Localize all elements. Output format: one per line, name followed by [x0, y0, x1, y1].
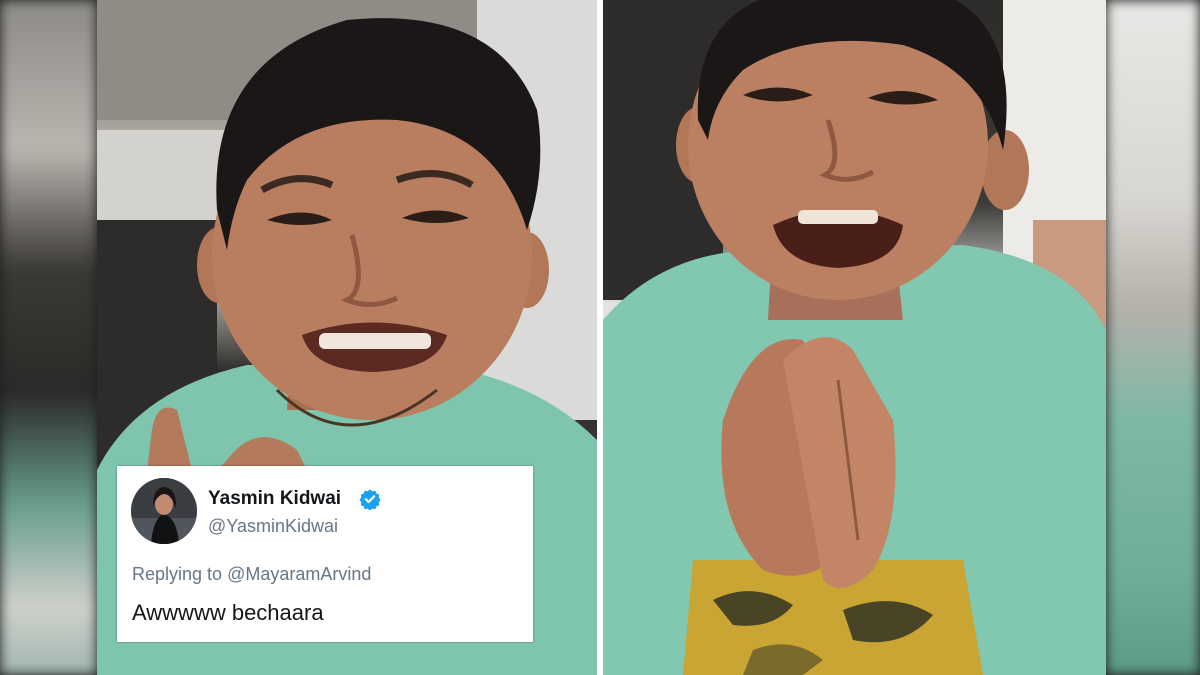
replying-to-mention[interactable]: @MayaramArvind — [227, 564, 371, 584]
crying-boy-photo-right — [603, 0, 1106, 675]
tweet-card[interactable]: Yasmin Kidwai @YasminKidwai Replying to … — [117, 466, 533, 642]
tweet-author-handle[interactable]: @YasminKidwai — [208, 516, 338, 537]
replying-to-label: Replying to — [132, 564, 223, 584]
profile-photo — [131, 478, 197, 544]
tweet-text: Awwwww bechaara — [132, 600, 324, 625]
blurred-right-border — [1106, 0, 1200, 675]
verified-badge-icon — [359, 489, 381, 510]
replying-to-line: Replying to @MayaramArvind — [132, 564, 371, 585]
avatar[interactable] — [131, 478, 197, 544]
blurred-left-border — [0, 0, 97, 675]
photo-panel-right — [603, 0, 1106, 675]
tweet-author-name[interactable]: Yasmin Kidwai — [208, 488, 341, 510]
